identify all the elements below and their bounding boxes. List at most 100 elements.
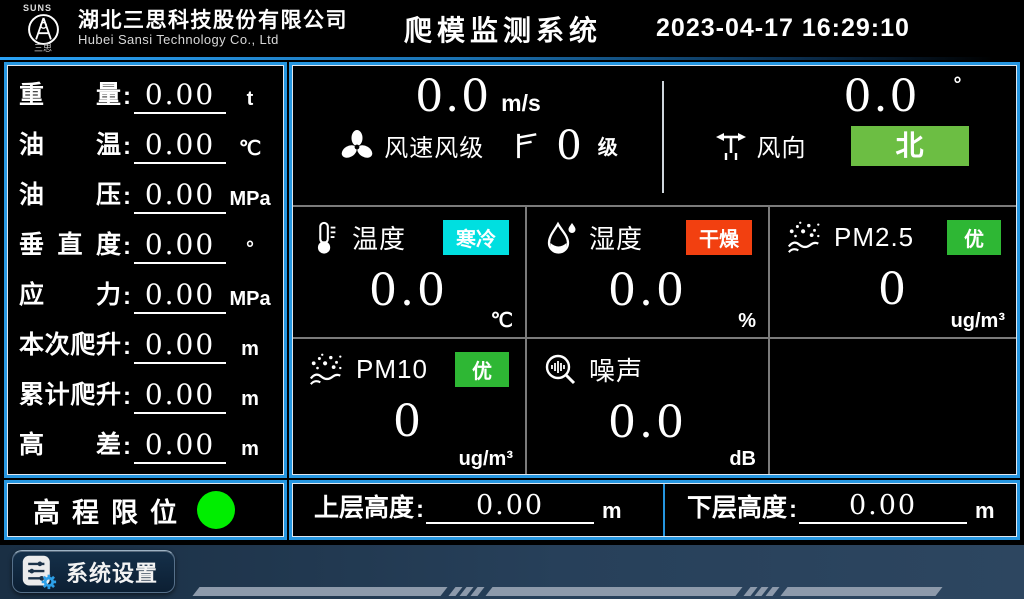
sensor-cell-empty [770, 339, 1017, 475]
wind-speed-value: 0.0 [415, 72, 491, 123]
wind-level-value: 0 [556, 126, 581, 166]
system-settings-button[interactable]: 系统设置 [12, 550, 175, 593]
decor-bar [192, 587, 447, 596]
measurements-panel: 重量: 0.00 t 油温: 0.00 ℃ 油压: 0.00 MPa 垂直度: … [4, 62, 287, 478]
datetime-display: 2023-04-17 16:29:10 [656, 14, 910, 43]
wind-direction-value: 0.0 [844, 72, 920, 123]
header-accent-rule [0, 57, 1024, 60]
sensor-cell-pm10: PM10 优 0 ug/m³ [292, 339, 527, 475]
measure-value: 0.00 [134, 131, 226, 164]
lower-height-unit: m [975, 498, 995, 524]
lower-height-group: 下层高度: 0.00 m [665, 488, 1017, 533]
sensor-status-badge: 寒冷 [443, 220, 509, 255]
upper-height-group: 上层高度: 0.00 m [292, 488, 663, 533]
sensor-cell-noise: 噪声 0.0 dB [527, 339, 770, 475]
colon: : [123, 433, 131, 461]
measure-label: 重量 [19, 75, 121, 114]
measure-row-oil-pressure: 油压: 0.00 MPa [19, 175, 274, 214]
noise-icon [543, 352, 579, 388]
measure-unit: MPa [226, 188, 274, 214]
wind-section: 0.0 m/s [292, 65, 1017, 205]
sensor-status-badge: 优 [947, 220, 1001, 255]
sensor-status-badge: 优 [455, 352, 509, 387]
page-title: 爬模监测系统 [404, 9, 602, 49]
company-name-block: 湖北三思科技股份有限公司 Hubei Sansi Technology Co.,… [78, 9, 348, 48]
colon: : [123, 133, 131, 161]
measure-value: 0.00 [134, 231, 226, 264]
sensor-value: 0 [292, 400, 525, 444]
decor-slashes [747, 587, 776, 596]
measure-label: 油压 [19, 175, 121, 214]
colon: : [123, 233, 131, 261]
sensor-cell-humidity: 湿度 干燥 0.0 % [527, 207, 770, 339]
wind-group-label: 风速风级 [384, 128, 484, 163]
colon: : [416, 496, 424, 524]
sensor-unit: % [738, 310, 756, 333]
taskbar-decor-stripes [196, 586, 939, 596]
decor-bar [780, 587, 942, 596]
company-logo-icon [27, 13, 60, 46]
measure-value: 0.00 [134, 281, 226, 314]
decor-slashes [452, 587, 481, 596]
measure-value: 0.00 [134, 431, 226, 464]
wind-direction-block: 0.0 ° 风向 [664, 65, 1017, 205]
lower-height-value: 0.00 [799, 492, 967, 524]
upper-height-label: 上层高度 [314, 488, 414, 524]
status-circle [197, 491, 235, 529]
colon: : [123, 333, 131, 361]
taskbar: 系统设置 [0, 545, 1024, 599]
upper-height-unit: m [602, 498, 622, 524]
sensor-label: PM10 [356, 354, 428, 385]
sensor-unit: ug/m³ [459, 448, 513, 471]
droplet-icon [543, 220, 579, 256]
measure-unit: m [226, 388, 274, 414]
sensor-cell-temperature: 温度 寒冷 0.0 ℃ [292, 207, 527, 339]
colon: : [789, 496, 797, 524]
hmi-screen: SUNS 三思 湖北三思科技股份有限公司 Hubei Sansi Technol… [0, 0, 1024, 599]
logo-suns-text: SUNS [23, 4, 52, 13]
measure-unit: t [226, 88, 274, 114]
lower-height-label: 下层高度 [687, 488, 787, 524]
measure-unit: m [226, 438, 274, 464]
measure-row-verticality: 垂直度: 0.00 ° [19, 225, 274, 264]
colon: : [123, 283, 131, 311]
sensor-value: 0.0 [292, 269, 525, 313]
measure-value: 0.00 [134, 81, 226, 114]
measure-unit: ℃ [226, 136, 274, 164]
measure-value: 0.00 [134, 331, 226, 364]
measure-value: 0.00 [134, 181, 226, 214]
wind-level-flag-icon [512, 130, 540, 162]
colon: : [123, 83, 131, 111]
thermometer-icon [308, 220, 342, 256]
sensor-label: PM2.5 [834, 222, 914, 253]
colon: : [123, 183, 131, 211]
wind-level-unit: 级 [598, 131, 618, 160]
wind-direction-badge: 北 [851, 126, 969, 166]
elevation-limit-panel: 高程限位 [4, 480, 287, 540]
sliders-gear-icon [21, 553, 57, 591]
sensor-unit: ug/m³ [951, 310, 1005, 333]
sensor-label: 湿度 [589, 219, 643, 256]
measure-label: 应力 [19, 275, 121, 314]
measure-unit: ° [226, 238, 274, 264]
measure-label: 高差 [19, 425, 121, 464]
measure-label: 油温 [19, 125, 121, 164]
measure-row-current-climb: 本次爬升: 0.00 m [19, 325, 274, 364]
measure-row-stress: 应力: 0.00 MPa [19, 275, 274, 314]
fan-icon [338, 127, 376, 165]
measure-row-height-diff: 高差: 0.00 m [19, 425, 274, 464]
sensor-cell-pm25: PM2.5 优 0 ug/m³ [770, 207, 1017, 339]
wind-speed-block: 0.0 m/s [292, 65, 664, 205]
layer-heights-panel: 上层高度: 0.00 m 下层高度: 0.00 m [289, 480, 1020, 540]
environment-panel: 0.0 m/s [289, 62, 1020, 478]
wind-speed-unit: m/s [501, 90, 541, 117]
dust-icon [786, 219, 824, 255]
upper-height-value: 0.00 [426, 492, 594, 524]
company-name-cn: 湖北三思科技股份有限公司 [78, 9, 348, 33]
sensor-value: 0.0 [527, 269, 768, 313]
sensor-value: 0.0 [527, 401, 768, 445]
measure-label: 垂直度 [19, 225, 121, 264]
header: SUNS 三思 湖北三思科技股份有限公司 Hubei Sansi Technol… [0, 0, 1024, 57]
wind-direction-unit: ° [953, 74, 961, 97]
measure-row-weight: 重量: 0.00 t [19, 75, 274, 114]
